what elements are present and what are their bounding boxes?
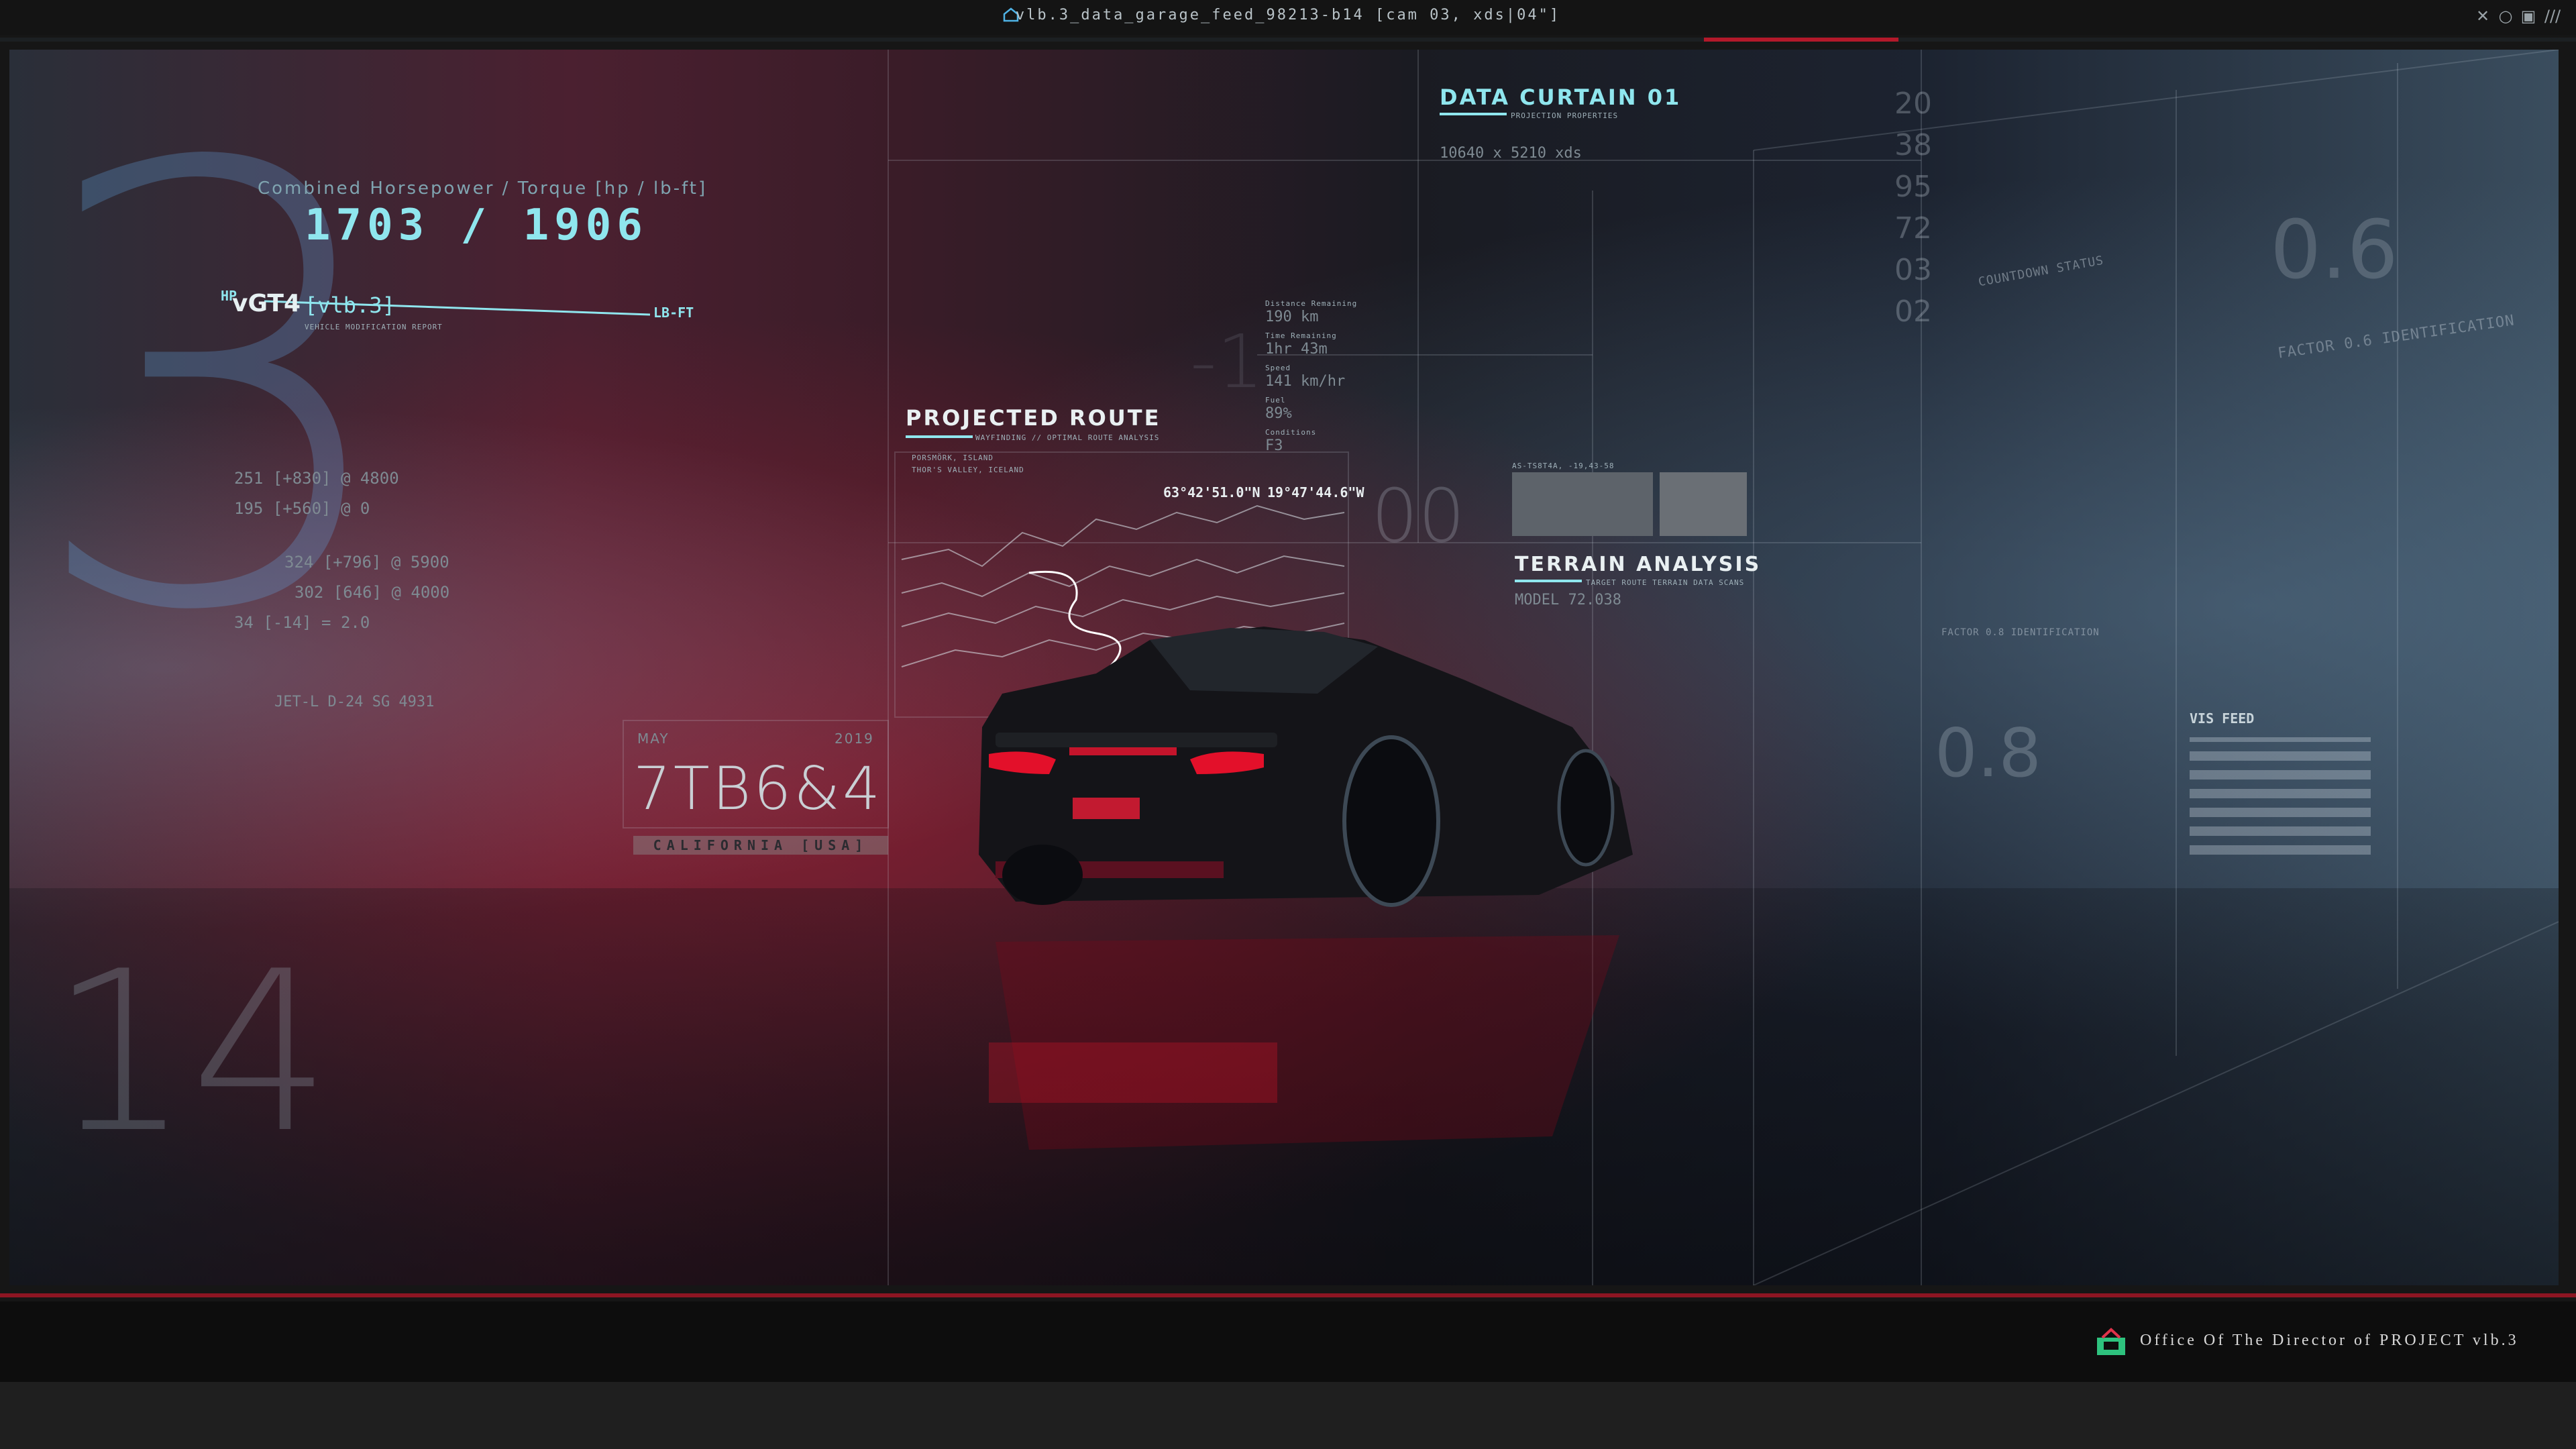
factor-small-label: FACTOR 0.8 IDENTIFICATION [1941,627,2100,638]
maximize-icon[interactable]: ▣ [2518,7,2538,25]
value-06: 0.6 [2270,204,2398,297]
vis-feed-bars [2190,737,2371,855]
number-0: 20 [1894,87,1932,121]
numbers-column: 20 38 95 72 03 02 [1894,83,1932,333]
number-2: 95 [1894,170,1932,204]
office-caption: Office Of The Director of PROJECT vlb.3 [2140,1332,2519,1349]
route-accent [906,435,973,438]
vis-feed-label: VIS FEED [2190,710,2255,727]
terrain-model: MODEL 72.038 [1515,592,1621,608]
power-value: 1703 / 1906 [305,201,648,250]
curtain-title: DATA CURTAIN 01 [1440,85,1682,110]
hp-rear: 324 [+796] @ 5900 [284,553,449,572]
time-value: 1hr 43m [1265,341,1328,358]
number-5: 02 [1894,294,1932,329]
menu-icon[interactable]: /// [2542,7,2563,25]
route-longitude: 19°47'44.6"W [1267,484,1364,500]
power-caption: Combined Horsepower / Torque [hp / lb-ft… [258,178,708,199]
plate-state: CALIFORNIA [USA] [633,836,888,855]
number-4: 03 [1894,253,1932,287]
footer-band [0,1382,2576,1449]
vehicle-version: [vlb.3] [305,292,395,318]
progress-indicator [1704,38,1898,42]
scene-viewport: 3 14 00 -1 Combined Horsepower / Torque … [9,50,2559,1285]
fuel-value: 89% [1265,405,1292,422]
ratio-value: 34 [-14] = 2.0 [234,613,370,632]
office-logo-icon [2097,1328,2125,1355]
vehicle-subtitle: VEHICLE MODIFICATION REPORT [305,323,443,331]
car-shape [979,627,1633,907]
plate-month: MAY [637,731,669,747]
engine-code: JET-L D-24 SG 4931 [274,694,435,710]
hp-front: 251 [+830] @ 4800 [234,469,399,488]
vehicle-name: vGT4 [232,290,301,317]
value-08: 0.8 [1935,714,2042,792]
curtain-resolution: 10640 x 5210 xds [1440,145,1582,162]
window-title: vlb.3_data_garage_feed_98213-b14 [cam 03… [1015,7,1561,23]
close-icon[interactable]: ✕ [2473,7,2493,25]
terrain-subtitle: TARGET ROUTE TERRAIN DATA SCANS [1586,578,1745,587]
terrain-scan-label: AS-TS8T4A, -19,43-58 [1512,462,1615,470]
torque-front: 195 [+560] @ 0 [234,499,370,518]
plate-year: 2019 [835,731,874,747]
lbft-unit: LB-FT [653,305,694,321]
torque-rear: 302 [646] @ 4000 [294,583,450,602]
minimize-icon[interactable]: ○ [2496,7,2516,25]
progress-track [0,38,2576,42]
conditions-value: F3 [1265,437,1283,454]
distance-value: 190 km [1265,309,1319,325]
number-3: 72 [1894,211,1932,246]
route-latitude: 63°42'51.0"N [1163,484,1260,500]
terrain-accent [1515,580,1582,582]
route-place: PORSMÖRK, ISLAND [912,453,994,462]
route-title: PROJECTED ROUTE [906,405,1161,431]
curtain-subtitle: PROJECTION PROPERTIES [1511,111,1619,120]
speed-value: 141 km/hr [1265,373,1346,390]
curtain-accent [1440,113,1507,115]
plate-number: 7TB6&4 [633,754,883,823]
terrain-title: TERRAIN ANALYSIS [1515,553,1762,576]
bottom-accent-line [0,1293,2576,1297]
route-subtitle: WAYFINDING // OPTIMAL ROUTE ANALYSIS [975,433,1160,442]
number-1: 38 [1894,128,1932,162]
route-valley: THOR'S VALLEY, ICELAND [912,466,1024,474]
